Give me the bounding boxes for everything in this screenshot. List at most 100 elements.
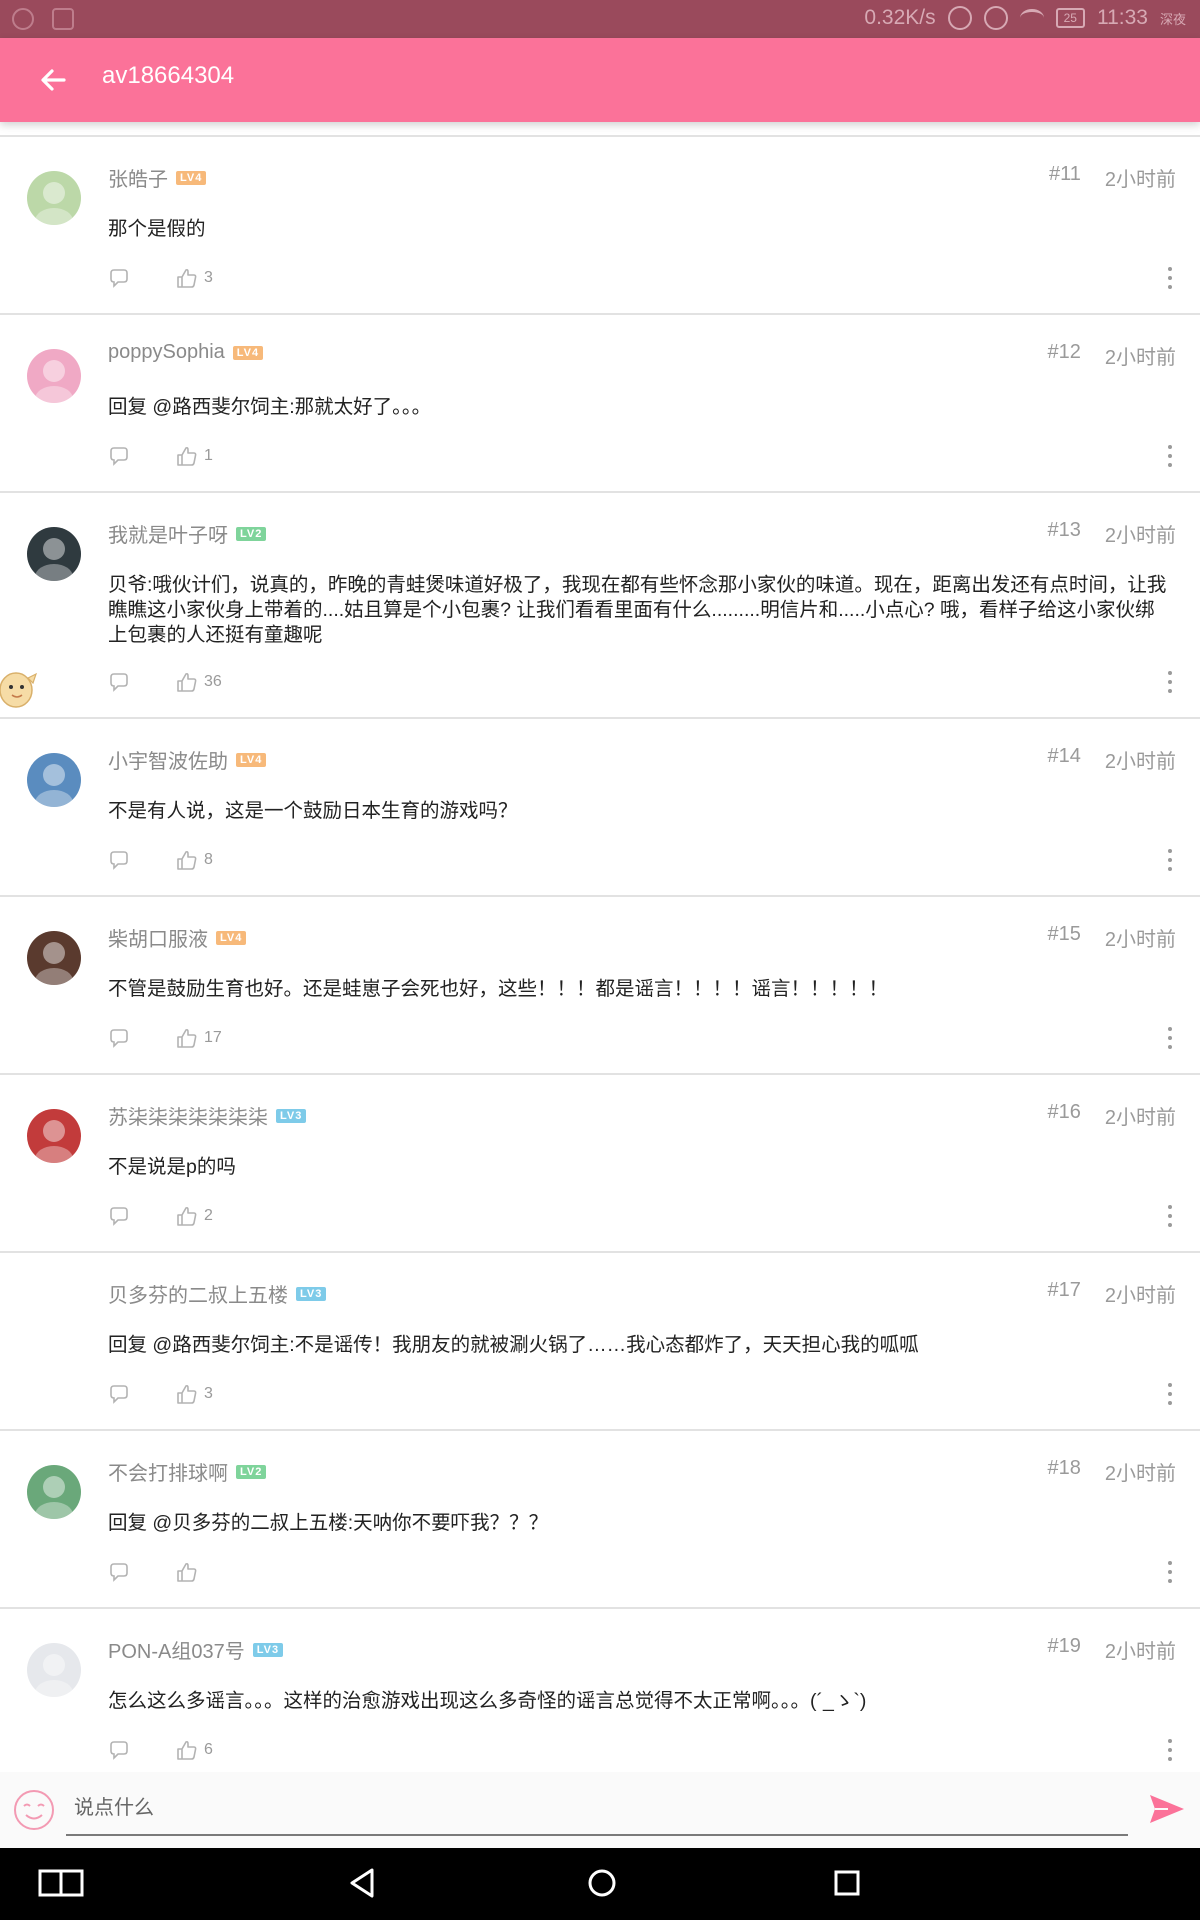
more-vertical-icon[interactable] <box>1164 265 1176 291</box>
comment-input[interactable] <box>66 1782 1128 1836</box>
comment-meta: #11 2小时前 <box>1049 163 1176 192</box>
comment-bubble-icon[interactable] <box>108 671 130 693</box>
post-time: 2小时前 <box>1104 751 1176 773</box>
like-count: 3 <box>204 1385 213 1402</box>
more-vertical-icon[interactable] <box>1164 1559 1176 1585</box>
post-time: 2小时前 <box>1104 169 1176 191</box>
username[interactable]: 柴胡口服液 <box>108 923 208 952</box>
username[interactable]: 张皓子 <box>108 163 168 192</box>
comment-text: 回复 @贝多芬的二叔上五楼:天呐你不要吓我？？？ <box>108 1512 549 1534</box>
thumbs-up-icon <box>177 672 197 692</box>
comment-user: 苏柒柒柒柒柒柒柒 LV3 <box>108 1101 307 1130</box>
comment-bubble-icon[interactable] <box>108 445 130 467</box>
level-badge: LV2 <box>236 526 267 541</box>
like-button[interactable]: 3 <box>176 1383 213 1405</box>
system-nav-bar <box>0 1848 1200 1920</box>
home-nav-icon[interactable] <box>586 1866 618 1900</box>
avatar[interactable] <box>27 1643 81 1697</box>
avatar[interactable] <box>27 527 81 581</box>
send-icon[interactable] <box>1148 1792 1186 1826</box>
thumbs-up-icon <box>177 1028 197 1048</box>
comment-meta: #15 2小时前 <box>1048 923 1177 952</box>
username[interactable]: 我就是叶子呀 <box>108 519 228 548</box>
back-nav-icon[interactable] <box>346 1866 378 1900</box>
comment-bubble-icon[interactable] <box>108 1739 130 1761</box>
more-vertical-icon[interactable] <box>1164 443 1176 469</box>
username[interactable]: 小宇智波佐助 <box>108 745 228 774</box>
like-button[interactable]: 2 <box>176 1205 213 1227</box>
avatar[interactable] <box>27 1465 81 1519</box>
comment-bubble-icon[interactable] <box>108 1383 130 1405</box>
like-button[interactable]: 8 <box>176 849 213 871</box>
username[interactable]: PON-A组037号 <box>108 1635 245 1664</box>
notification-icons <box>12 8 74 30</box>
comment-item[interactable]: 张皓子 LV4 #11 2小时前 那个是假的 3 <box>0 137 1200 315</box>
like-button[interactable]: 17 <box>176 1027 222 1049</box>
mascot-icon[interactable] <box>0 666 40 710</box>
level-badge: LV4 <box>232 345 264 360</box>
comment-item[interactable]: 贝多芬的二叔上五楼 LV3 #17 2小时前 回复 @路西斐尔饲主:不是谣传！我… <box>0 1253 1200 1431</box>
comment-bubble-icon[interactable] <box>108 1027 130 1049</box>
comment-item[interactable]: 柴胡口服液 LV4 #15 2小时前 不管是鼓励生育也好。还是蛙崽子会死也好，这… <box>0 897 1200 1075</box>
avatar[interactable] <box>27 753 81 807</box>
comment-text: 回复 @路西斐尔饲主:不是谣传！我朋友的就被涮火锅了……我心态都炸了，天天担心我… <box>108 1334 919 1356</box>
more-vertical-icon[interactable] <box>1164 1203 1176 1229</box>
comment-item[interactable]: 小宇智波佐助 LV4 #14 2小时前 不是有人说，这是一个鼓励日本生育的游戏吗… <box>0 719 1200 897</box>
comment-bubble-icon[interactable] <box>108 1205 130 1227</box>
thumbs-up-icon <box>177 446 197 466</box>
comment-user: PON-A组037号 LV3 <box>108 1635 284 1664</box>
avatar[interactable] <box>27 1287 81 1341</box>
comment-item[interactable]: 不会打排球啊 LV2 #18 2小时前 回复 @贝多芬的二叔上五楼:天呐你不要吓… <box>0 1431 1200 1609</box>
level-badge: LV3 <box>276 1108 307 1123</box>
comment-actions: 8 <box>108 849 213 871</box>
floor-number: #17 <box>1047 1279 1081 1301</box>
thumbs-up-icon <box>177 268 197 288</box>
arrow-left-icon[interactable] <box>34 60 74 100</box>
more-vertical-icon[interactable] <box>1164 1381 1176 1407</box>
page-title: av18664304 <box>102 62 235 89</box>
comment-actions: 36 <box>108 671 222 693</box>
comment-bubble-icon[interactable] <box>108 849 130 871</box>
avatar[interactable] <box>27 931 81 985</box>
comment-text: 不管是鼓励生育也好。还是蛙崽子会死也好，这些！！！都是谣言！！！！谣言！！！！！ <box>108 978 889 1000</box>
level-badge: LV4 <box>176 170 207 185</box>
username[interactable]: 不会打排球啊 <box>108 1457 228 1486</box>
more-vertical-icon[interactable] <box>1164 1737 1176 1763</box>
comment-item[interactable]: poppySophia LV4 #12 2小时前 回复 @路西斐尔饲主:那就太好… <box>0 315 1200 493</box>
post-time: 2小时前 <box>1104 929 1176 951</box>
comment-item[interactable]: 我就是叶子呀 LV2 #13 2小时前 贝爷:哦伙计们，说真的，昨晚的青蛙煲味道… <box>0 493 1200 719</box>
recents-nav-icon[interactable] <box>832 1866 862 1900</box>
like-button[interactable] <box>176 1561 204 1583</box>
comment-list[interactable]: 张皓子 LV4 #11 2小时前 那个是假的 3 poppySophia LV4… <box>0 135 1200 1787</box>
wifi-icon <box>1019 9 1044 27</box>
comment-bubble-icon[interactable] <box>108 1561 130 1583</box>
thumbs-up-icon <box>177 1562 197 1582</box>
username[interactable]: 贝多芬的二叔上五楼 <box>108 1279 288 1308</box>
avatar[interactable] <box>27 349 81 403</box>
avatar[interactable] <box>27 171 81 225</box>
avatar[interactable] <box>27 1109 81 1163</box>
comment-text: 回复 @路西斐尔饲主:那就太好了。。。 <box>108 396 432 418</box>
like-button[interactable]: 1 <box>176 445 213 467</box>
more-vertical-icon[interactable] <box>1164 669 1176 695</box>
split-screen-icon[interactable] <box>38 1866 84 1900</box>
comment-bubble-icon[interactable] <box>108 267 130 289</box>
thumbs-up-icon <box>177 1206 197 1226</box>
like-button[interactable]: 3 <box>176 267 213 289</box>
post-time: 2小时前 <box>1104 1107 1176 1129</box>
comment-item[interactable]: PON-A组037号 LV3 #19 2小时前 怎么这么多谣言。。。这样的治愈游… <box>0 1609 1200 1787</box>
level-badge: LV3 <box>252 1642 284 1657</box>
like-button[interactable]: 6 <box>176 1739 213 1761</box>
emoji-icon[interactable] <box>12 1788 56 1832</box>
floor-number: #19 <box>1047 1635 1081 1657</box>
comment-input-bar <box>0 1772 1200 1848</box>
level-badge: LV2 <box>236 1464 267 1479</box>
username[interactable]: poppySophia <box>108 341 225 364</box>
post-time: 2小时前 <box>1104 1463 1176 1485</box>
like-button[interactable]: 36 <box>176 671 222 693</box>
more-vertical-icon[interactable] <box>1164 1025 1176 1051</box>
level-badge: LV4 <box>216 930 247 945</box>
username[interactable]: 苏柒柒柒柒柒柒柒 <box>108 1101 268 1130</box>
more-vertical-icon[interactable] <box>1164 847 1176 873</box>
comment-item[interactable]: 苏柒柒柒柒柒柒柒 LV3 #16 2小时前 不是说是p的吗 2 <box>0 1075 1200 1253</box>
